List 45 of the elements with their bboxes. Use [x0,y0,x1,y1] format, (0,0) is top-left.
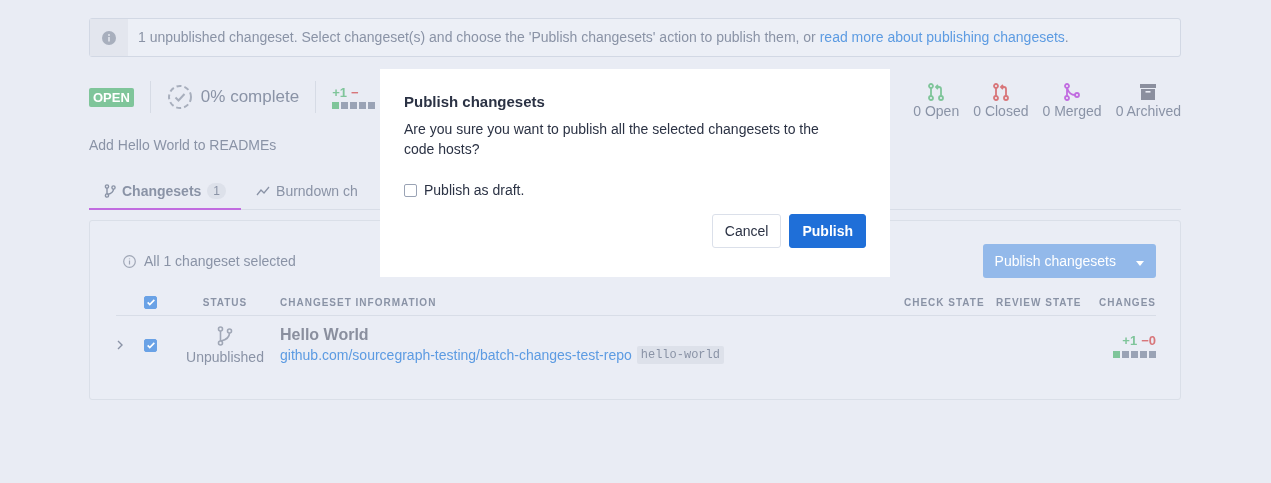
caret-icon [1136,261,1144,266]
draft-checkbox[interactable] [404,183,417,197]
count-label: 0 Merged [1042,103,1102,119]
diff-bar-icon [1113,350,1156,358]
status-text: Unpublished [186,348,264,365]
state-badge: OPEN [89,87,134,107]
branch-icon [104,184,116,198]
select-all-checkbox[interactable] [144,295,157,309]
banner-text: 1 unpublished changeset. Select changeset(s) and choose the 'Publish changesets' action to publish them, or read more about publishing changesets. [137,28,1069,47]
chevron-icon[interactable] [116,340,124,350]
changeset-title: Hello World [280,326,370,344]
row-checkbox[interactable] [144,338,157,352]
diff-stat: +1 − [332,85,360,100]
dialog-title: Publish changesets [404,93,546,110]
info-icon [102,30,116,45]
column-header: CHECK STATE [904,296,986,308]
pull-request-icon [991,83,1010,101]
cancel-button[interactable]: Cancel [711,214,782,248]
pull-request-icon [927,83,946,101]
description: Add Hello World to READMEs [89,137,277,153]
diff-bar-icon [332,102,376,109]
column-header: STATUS [201,296,249,308]
merge-icon [1063,83,1082,101]
line-chart-icon [256,186,271,196]
diff-stat: +1 −0 [1122,332,1156,348]
progress-text: 0% complete [200,87,300,107]
count-label: 0 Archived [1115,103,1181,119]
column-header: CHANGES [1098,296,1156,308]
dashed-check-circle-icon [166,84,193,110]
read-more-link[interactable]: read more about publishing changesets [819,29,1065,45]
checkbox-label: Publish as draft. [424,182,525,198]
branch-tag: hello-world [636,346,724,364]
column-header: REVIEW STATE [996,296,1083,308]
count-label: 0 Closed [973,103,1029,119]
selection-note: All 1 changeset selected [144,253,296,269]
tab[interactable]: Burndown ch [241,175,373,210]
publish-button[interactable]: Publish [789,214,866,248]
dialog-message: Are you sure you want to publish all the selected changesets to the code hosts? [404,120,820,159]
column-header: CHANGESET INFORMATION [280,296,438,308]
count-label: 0 Open [913,103,960,119]
repo-link[interactable]: github.com/sourcegraph-testing/batch-changes-test-repo [280,347,632,363]
branch-icon [217,325,233,346]
tab[interactable]: Changesets 1 [89,175,242,210]
info-icon [123,254,136,268]
archive-icon [1139,83,1158,101]
